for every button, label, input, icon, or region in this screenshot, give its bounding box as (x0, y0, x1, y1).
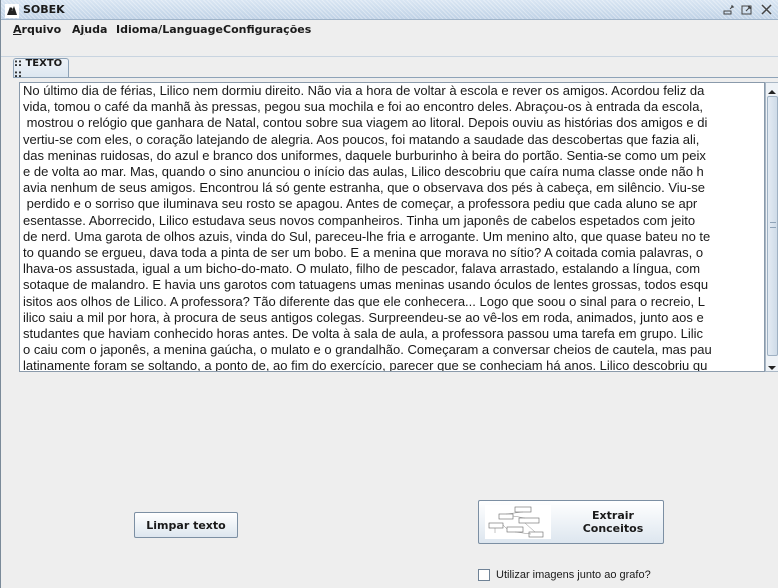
text-line[interactable]: studantes que haviam conhecido horas ant… (23, 326, 758, 342)
scrollbar-thumb[interactable] (767, 96, 778, 356)
clear-text-button[interactable]: Limpar texto (134, 512, 238, 538)
scrollbar-grip-icon (770, 222, 776, 228)
text-line[interactable]: lhava-os assustada, igual a um bicho-do-… (23, 261, 758, 277)
menu-configuracoes[interactable]: Configurações (223, 23, 311, 36)
text-line[interactable]: No último dia de férias, Lilico nem dorm… (23, 83, 758, 99)
text-line[interactable]: mostrou o relógio que ganhara de Natal, … (23, 115, 758, 131)
text-line[interactable]: sotaque de malandro. E havia uns garotos… (23, 277, 758, 293)
scroll-up-icon[interactable] (766, 83, 778, 95)
text-content[interactable]: No último dia de férias, Lilico nem dorm… (23, 83, 758, 371)
use-images-label[interactable]: Utilizar imagens junto ao grafo? (496, 569, 651, 581)
app-logo-icon (5, 3, 19, 18)
text-line[interactable]: esentasse. Aborrecido, Lilico estudava s… (23, 213, 758, 229)
text-line[interactable]: ilico saiu a mil por hora, à procura de … (23, 310, 758, 326)
scroll-down-icon[interactable] (766, 359, 778, 371)
window-title: SOBEK (23, 3, 65, 16)
text-line[interactable]: vertiu-se com eles, o coração latejando … (23, 132, 758, 148)
title-bar[interactable]: SOBEK (1, 0, 778, 20)
close-icon[interactable] (759, 2, 775, 17)
text-line[interactable]: vida, tomou o café da manhã às pressas, … (23, 99, 758, 115)
text-line[interactable]: to quando se ergueu, dava toda a pinta d… (23, 245, 758, 261)
menu-ajuda[interactable]: Ajuda (72, 23, 107, 36)
tab-strip-divider (1, 56, 778, 57)
vertical-scrollbar[interactable] (765, 82, 778, 372)
concept-graph-thumbnail-icon (485, 505, 551, 539)
text-line[interactable]: e de volta ao mar. Mas, quando o sino an… (23, 164, 758, 180)
text-line[interactable]: latinamente foram se soltando, a ponto d… (23, 358, 758, 371)
text-line[interactable]: de nerd. Uma garota de olhos azuis, vind… (23, 229, 758, 245)
app-window: SOBEK Arquivo Ajuda Idioma/Language Conf… (0, 0, 778, 588)
maximize-icon[interactable] (739, 2, 755, 17)
minimize-icon[interactable] (721, 2, 737, 17)
menu-idioma[interactable]: Idioma/Language (116, 23, 223, 36)
menu-arquivo[interactable]: Arquivo (13, 23, 61, 36)
tab-texto[interactable]: :: TEXTO :: (13, 58, 69, 80)
text-line[interactable]: perdido e o sorriso que iluminava seu ro… (23, 196, 758, 212)
text-line[interactable]: avia nenhum de seus amigos. Encontrou lá… (23, 180, 758, 196)
extract-concepts-label: Extrair Conceitos (582, 509, 644, 535)
text-line[interactable]: o caiu com o japonês, a menina gaúcha, o… (23, 342, 758, 358)
text-input-area[interactable]: No último dia de férias, Lilico nem dorm… (19, 82, 765, 372)
text-line[interactable]: isitos aos olhos de Lilico. A professora… (23, 294, 758, 310)
menu-arquivo-mnemonic: A (13, 23, 22, 36)
menu-bar: Arquivo Ajuda Idioma/Language Configuraç… (1, 20, 778, 39)
extract-concepts-button[interactable]: Extrair Conceitos (478, 500, 664, 544)
use-images-checkbox[interactable] (478, 569, 490, 581)
menu-ajuda-label: uda (84, 23, 108, 36)
menu-ajuda-prefix: A (72, 23, 81, 36)
menu-arquivo-label: rquivo (21, 23, 62, 36)
text-line[interactable]: das meninas ruidosas, do azul e branco d… (23, 148, 758, 164)
use-images-option[interactable]: Utilizar imagens junto ao grafo? (478, 568, 651, 582)
